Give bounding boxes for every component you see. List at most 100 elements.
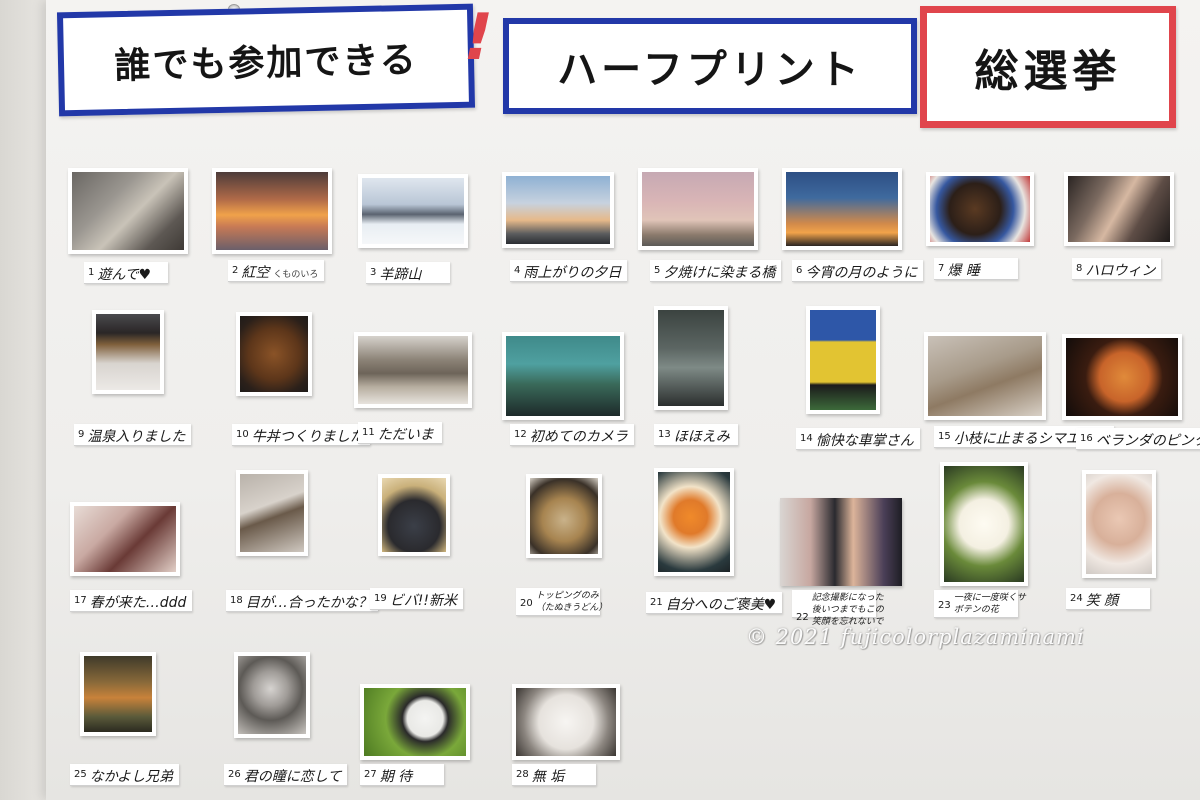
photo-print <box>940 462 1028 586</box>
photo-print <box>378 474 450 556</box>
photo-image <box>240 316 308 392</box>
photo-image <box>658 310 724 406</box>
entry-number: 10 <box>236 429 249 440</box>
photo-caption: 13 ほほえみ <box>654 424 738 446</box>
photo-image <box>944 466 1024 582</box>
photo-image <box>810 310 876 410</box>
photo-print <box>234 652 310 738</box>
entry-title: 春が来た…ddd <box>89 595 187 611</box>
photo-print <box>212 168 332 254</box>
entry-title: 初めてのカメラ <box>529 429 628 445</box>
photo-image <box>216 172 328 250</box>
entry-number: 25 <box>74 769 87 780</box>
entry-number: 17 <box>74 595 87 606</box>
photo-image <box>928 336 1042 416</box>
photo-image <box>786 172 898 246</box>
photo-caption: 23一夜に一度咲くサボテンの花 <box>934 590 1026 618</box>
photo-image <box>96 314 160 390</box>
photo-image <box>364 688 466 756</box>
photo-print <box>806 306 880 414</box>
entry-number: 6 <box>796 265 803 276</box>
photo-caption: 28 無 垢 <box>512 764 596 786</box>
banner-general-election: 総選挙 <box>920 6 1176 128</box>
photo-image <box>74 506 176 572</box>
photo-caption: 25 なかよし兄弟 <box>70 764 180 786</box>
photo-caption: 12 初めてのカメラ <box>510 424 634 446</box>
entry-title: 無 垢 <box>531 769 565 785</box>
photo-caption: 2 紅空 くものいろ <box>228 260 325 282</box>
entry-number: 1 <box>88 267 95 278</box>
photo-image <box>506 336 620 416</box>
photo-image <box>240 474 304 552</box>
photo-print <box>654 306 728 410</box>
entry-title: 期 待 <box>379 769 413 785</box>
photo-image <box>1066 338 1178 416</box>
photo-caption: 10 牛丼つくりました <box>232 424 370 446</box>
photo-image <box>530 478 598 554</box>
photo-print <box>654 468 734 576</box>
photo-image <box>1068 176 1170 242</box>
photo-caption: 4 雨上がりの夕日 <box>510 260 628 282</box>
entry-number: 2 <box>232 265 239 276</box>
photo-print <box>502 172 614 248</box>
photo-caption: 11 ただいま <box>358 422 442 444</box>
photo-caption: 22記念撮影になった後いつまでもこの笑顔を忘れないで <box>792 590 884 627</box>
entry-number: 13 <box>658 429 671 440</box>
entry-number: 23 <box>938 600 951 611</box>
photo-image <box>72 172 184 250</box>
entry-title: トッピングのみ（たぬきうどん） <box>535 591 608 613</box>
board-edge <box>0 0 46 800</box>
photo-print <box>360 684 470 760</box>
photo-caption: 5 夕焼けに染まる橋 <box>650 260 782 282</box>
photo-print <box>926 172 1034 246</box>
photo-print <box>924 332 1046 420</box>
photo-caption: 8 ハロウィン <box>1072 258 1162 280</box>
photo-caption: 9 温泉入りました <box>74 424 192 446</box>
entry-title: 遊んで♥ <box>97 267 152 283</box>
photo-image <box>930 176 1030 242</box>
photo-print <box>512 684 620 760</box>
photo-print <box>236 312 312 396</box>
entry-title: なかよし兄弟 <box>89 769 174 785</box>
entry-title: 雨上がりの夕日 <box>523 265 622 281</box>
photo-print <box>80 652 156 736</box>
photo-print <box>638 168 758 250</box>
entry-number: 19 <box>374 593 387 604</box>
entry-title: ビバ!!新米 <box>389 593 457 609</box>
entry-title: 夕焼けに染まる橋 <box>663 265 776 281</box>
entry-number: 12 <box>514 429 527 440</box>
entry-number: 14 <box>800 433 813 444</box>
entry-number: 21 <box>650 597 663 608</box>
photo-image <box>780 498 902 586</box>
entry-title: 今宵の月のように <box>805 265 918 281</box>
photo-caption: 6 今宵の月のように <box>792 260 924 282</box>
photo-caption: 18 目が…合ったかな？ <box>226 590 378 612</box>
photo-print <box>502 332 624 420</box>
photo-caption: 20トッピングのみ（たぬきうどん） <box>516 588 607 616</box>
entry-title: 記念撮影になった後いつまでもこの笑顔を忘れないで <box>811 593 884 627</box>
entry-number: 8 <box>1076 263 1083 274</box>
photo-caption: 7爆 睡 <box>934 258 1018 280</box>
banner-anyone-can-join: 誰でも参加できる <box>56 3 476 117</box>
photo-image <box>516 688 616 756</box>
photo-print <box>780 498 902 586</box>
entry-title: ただいま <box>377 427 434 443</box>
entry-number: 16 <box>1080 433 1093 444</box>
photo-caption: 1 遊んで♥ <box>84 262 168 284</box>
entry-number: 9 <box>78 429 85 440</box>
entry-title: 羊蹄山 <box>379 267 422 283</box>
entry-title: 愉快な車掌さん <box>815 433 914 449</box>
entry-title: ハロウィン <box>1085 263 1156 279</box>
entry-number: 18 <box>230 595 243 606</box>
entry-title: 笑 顔 <box>1085 593 1119 609</box>
banner-half-print: ハーフプリント <box>503 18 917 114</box>
photo-caption: 21 自分へのご褒美♥ <box>646 592 783 614</box>
photo-caption: 14 愉快な車掌さん <box>796 428 920 450</box>
copyright-watermark: © 2021 fujicolorplazaminami <box>746 625 1085 649</box>
entry-number: 7 <box>938 263 945 274</box>
photo-print <box>1062 334 1182 420</box>
photo-caption: 26 君の瞳に恋して <box>224 764 348 786</box>
entry-number: 5 <box>654 265 661 276</box>
entry-number: 15 <box>938 431 951 442</box>
photo-print <box>70 502 180 576</box>
